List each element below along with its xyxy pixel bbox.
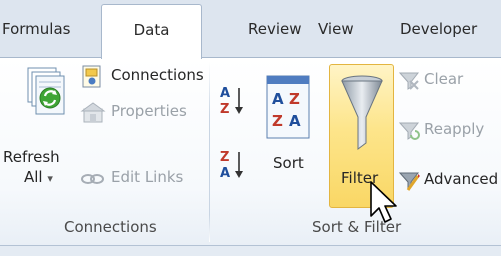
funnel-icon [341,75,383,150]
sort-a-to-z-button[interactable]: A Z [217,82,255,122]
refresh-icon [27,67,65,115]
group-label-connections: Connections [64,218,157,236]
sort-z-to-a-icon: Z A [220,150,243,181]
chain-link-icon [81,174,104,184]
ribbon-bottom-edge [0,246,501,256]
svg-text:A: A [289,112,301,130]
tab-formulas[interactable]: Formulas [2,14,70,44]
sort-a-to-z-icon: A Z [220,86,243,117]
reapply-filter-icon [398,122,420,140]
svg-text:A: A [220,86,230,101]
ribbon-tab-strip: Formulas Review View Developer [0,0,501,58]
advanced-filter-icon [398,172,420,191]
svg-text:A: A [272,90,284,108]
svg-text:Z: Z [272,112,283,130]
advanced-label: Advanced [424,170,499,188]
reapply-button[interactable]: Reapply [398,118,501,144]
dropdown-caret-icon: ▾ [47,172,53,185]
connections-icon [82,65,101,88]
tab-developer[interactable]: Developer [400,14,477,44]
sort-dialog-icon: A Z Z A [266,75,310,139]
clear-label: Clear [424,70,464,88]
refresh-all-text: All [24,168,43,186]
mouse-pointer-icon [370,181,397,223]
sort-z-to-a-button[interactable]: Z A [217,146,255,186]
connections-label: Connections [111,66,204,84]
reapply-label: Reapply [424,120,485,138]
clear-filter-icon [398,72,420,90]
connections-button[interactable]: Connections [80,64,208,90]
refresh-all-button[interactable] [18,66,68,146]
edit-links-label: Edit Links [111,168,184,186]
properties-button[interactable]: Properties [80,100,208,126]
group-separator [209,62,210,242]
svg-text:Z: Z [220,150,229,165]
clear-filter-button[interactable]: Clear [398,68,501,94]
refresh-label-line2[interactable]: All ▾ [24,168,53,186]
tab-view[interactable]: View [318,14,354,44]
properties-icon [80,102,106,123]
svg-text:Z: Z [289,90,300,108]
tab-review[interactable]: Review [248,14,302,44]
svg-text:Z: Z [220,102,229,117]
refresh-label-line1[interactable]: Refresh [3,148,60,166]
edit-links-button[interactable]: Edit Links [80,166,208,192]
advanced-filter-button[interactable]: Advanced [398,168,501,194]
tab-data[interactable]: Data [101,4,202,59]
properties-label: Properties [111,102,187,120]
sort-label: Sort [273,154,304,172]
sort-button[interactable]: A Z Z A Sort [262,74,316,194]
svg-text:A: A [220,166,230,181]
